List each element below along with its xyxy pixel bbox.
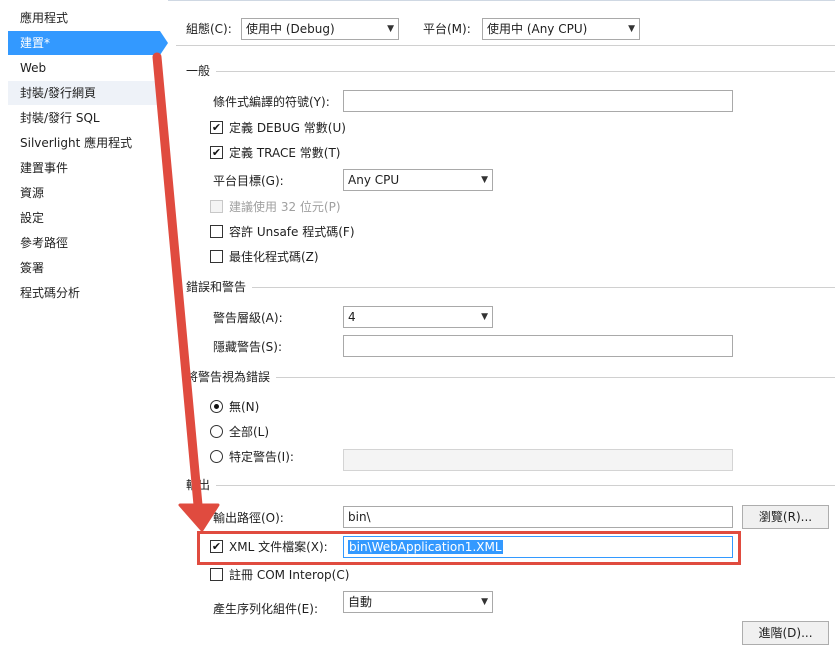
annotation-arrow-icon — [152, 52, 220, 532]
